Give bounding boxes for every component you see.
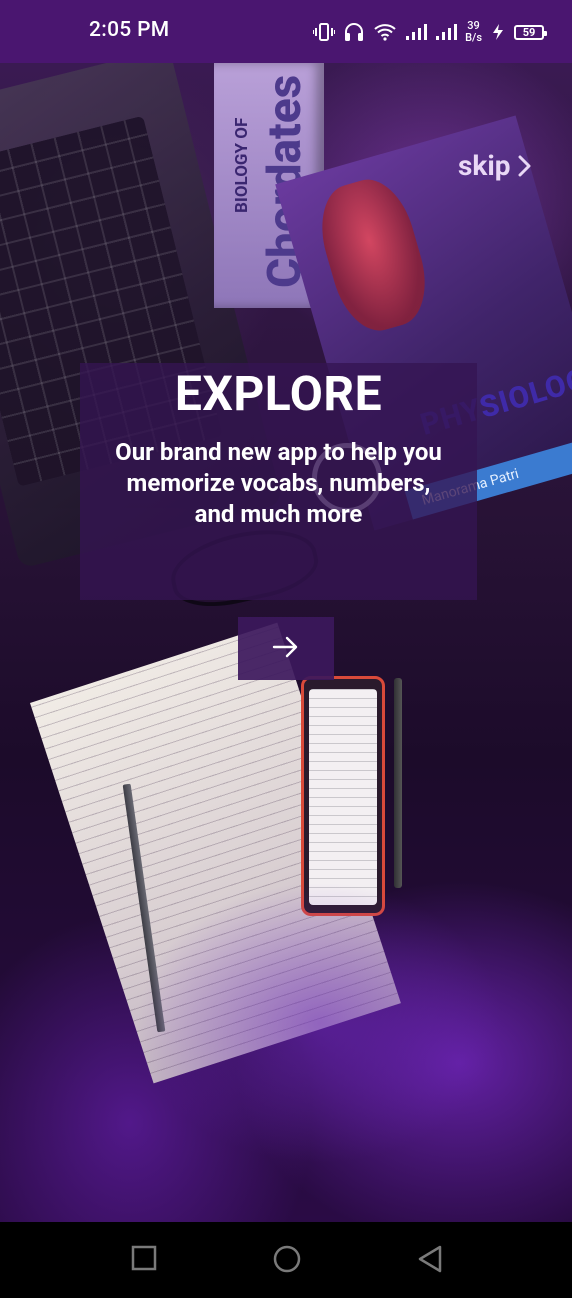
signal-icon (405, 23, 428, 41)
home-icon[interactable] (272, 1244, 302, 1278)
pen-image (394, 678, 402, 888)
intro-panel: EXPLORE Our brand new app to help you me… (80, 363, 477, 600)
network-speed: 39 B/s (465, 20, 482, 44)
wifi-icon (373, 23, 397, 41)
chevron-right-icon (517, 155, 531, 177)
network-speed-unit: B/s (465, 31, 482, 44)
status-icons: 39 B/s 59 (313, 14, 547, 50)
background-photo: BIOLOGY OF Chordates PHYSIOLOGY Manorama… (0, 63, 572, 1222)
book1-line1: BIOLOGY OF (232, 117, 252, 213)
skip-label: skip (458, 149, 511, 182)
signal-icon (435, 23, 458, 41)
smartphone-image (301, 676, 385, 916)
page-subtitle: Our brand new app to help you memorize v… (115, 438, 442, 528)
status-time: 2:05 PM (89, 18, 170, 42)
back-icon[interactable] (416, 1244, 444, 1278)
charging-icon (490, 23, 506, 41)
skip-button[interactable]: skip (458, 149, 531, 182)
status-bar: 2:05 PM 39 B/s 59 (0, 0, 572, 63)
next-button[interactable] (238, 617, 334, 680)
battery-level: 59 (522, 25, 536, 39)
navigation-bar (0, 1222, 572, 1298)
vibrate-icon (313, 22, 336, 42)
purple-overlay (0, 883, 572, 1222)
smartphone-screen (309, 689, 377, 905)
page-title: EXPLORE (174, 365, 383, 422)
battery-icon: 59 (514, 24, 547, 40)
arrow-right-icon (272, 636, 300, 662)
headphones-icon (343, 22, 365, 42)
recent-apps-icon[interactable] (130, 1244, 158, 1276)
heart-illustration (309, 170, 438, 340)
